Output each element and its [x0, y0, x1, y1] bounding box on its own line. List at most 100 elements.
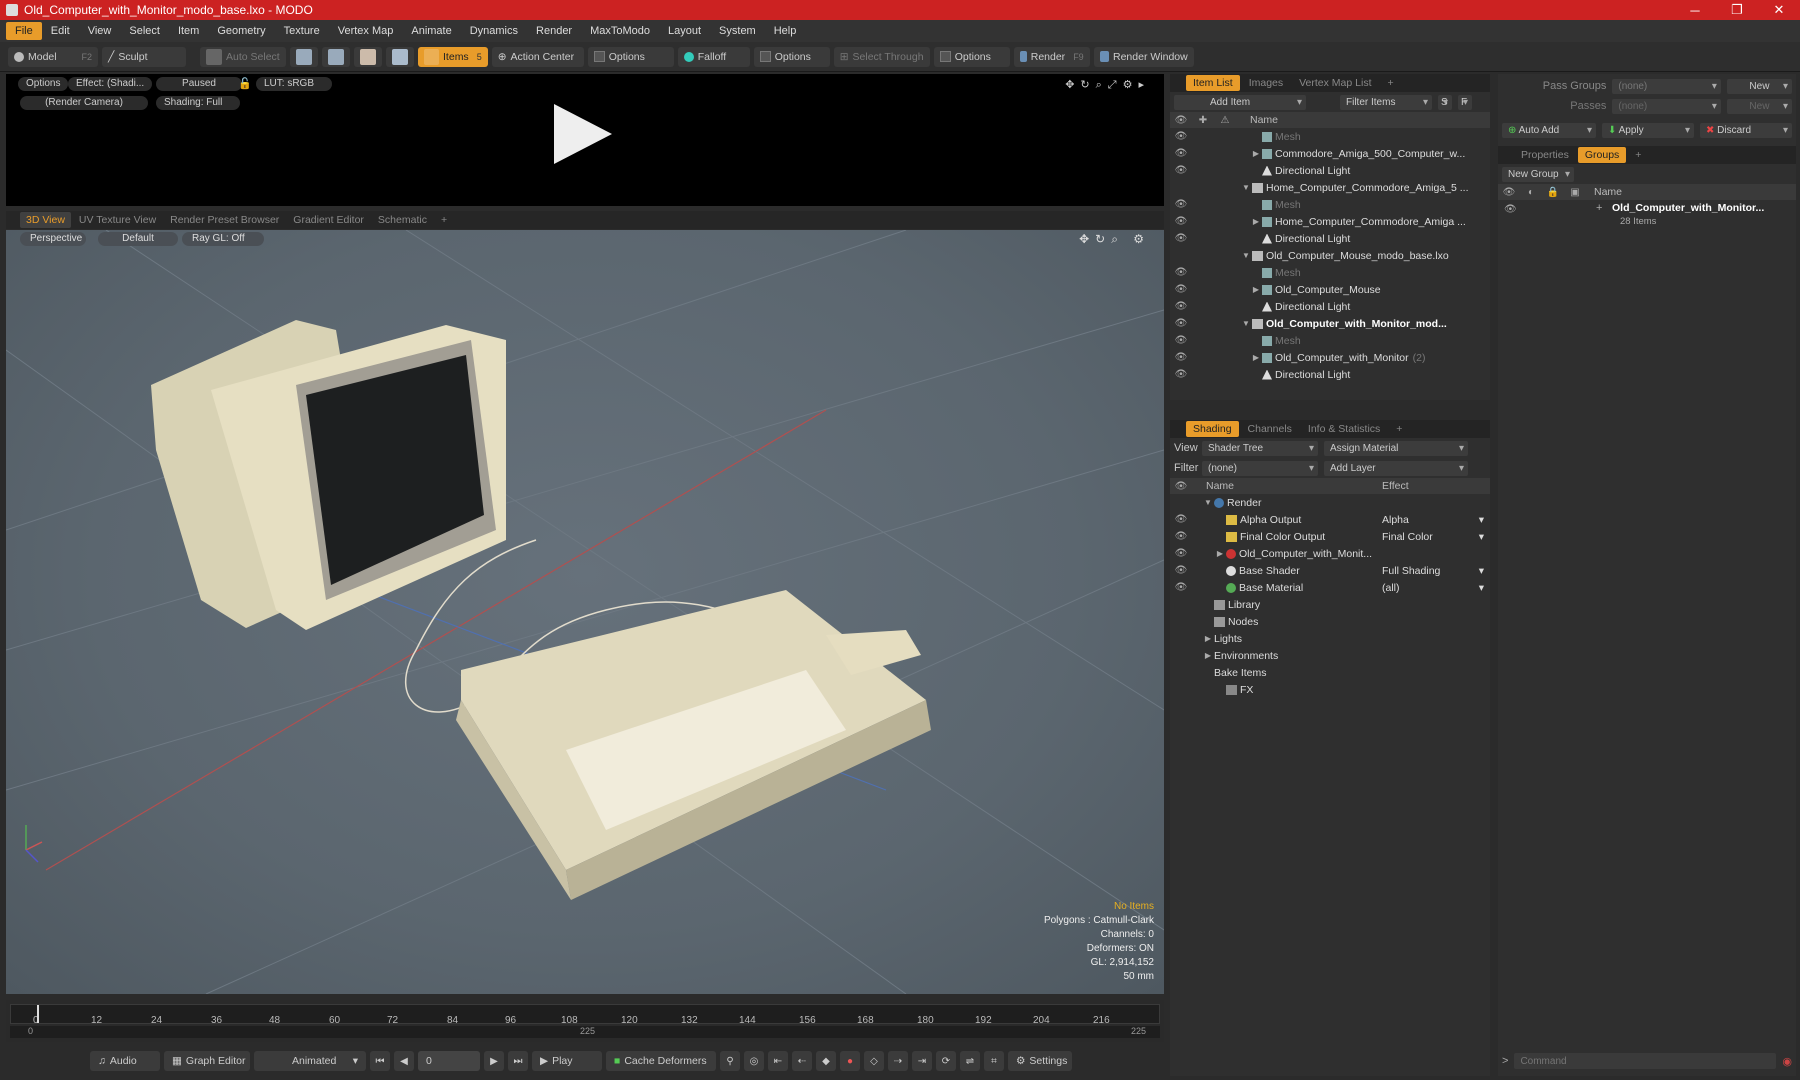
shader-row[interactable]: ▼ Render: [1170, 494, 1490, 511]
list-item[interactable]: 👁 ▶ Old_Computer_Mouse: [1170, 281, 1490, 298]
settings-button[interactable]: ⚙ Settings: [1008, 1051, 1072, 1071]
auto-select-button[interactable]: Auto Select: [200, 46, 286, 67]
material-mode-button[interactable]: [385, 46, 414, 67]
shader-row[interactable]: Bake Items: [1170, 664, 1490, 681]
perspective-dropdown[interactable]: Perspective: [20, 232, 86, 246]
list-item[interactable]: 👁 ▶ Commodore_Amiga_500_Computer_w...: [1170, 145, 1490, 162]
play-button[interactable]: ▶ Play: [532, 1051, 602, 1071]
action-center-options-button[interactable]: Options: [587, 46, 674, 67]
shader-row[interactable]: 👁 Alpha Output Alpha ▾: [1170, 511, 1490, 528]
render-window-button[interactable]: Render Window: [1093, 46, 1194, 67]
tab-channels[interactable]: Channels: [1241, 421, 1299, 437]
tab-vertex-map-list[interactable]: Vertex Map List: [1292, 75, 1378, 91]
action-center-button[interactable]: ⊕ Action Center: [491, 46, 584, 67]
shader-row[interactable]: 👁 Base Material (all) ▾: [1170, 579, 1490, 596]
viewport-nav-icons[interactable]: ✥↻⌕ ⚙: [1079, 232, 1150, 247]
new-pass-button[interactable]: New: [1726, 98, 1792, 114]
f-toggle-button[interactable]: F: [1458, 94, 1472, 110]
list-item[interactable]: 👁 ▼ Old_Computer_with_Monitor_mod...: [1170, 315, 1490, 332]
tab-uv-texture-view[interactable]: UV Texture View: [73, 212, 162, 228]
discard-button[interactable]: ✖ Discard: [1700, 122, 1792, 138]
playhead[interactable]: [37, 1005, 39, 1023]
camera-dropdown[interactable]: (Render Camera): [20, 96, 148, 110]
shader-row[interactable]: ▶ Lights: [1170, 630, 1490, 647]
list-item[interactable]: ▼ Old_Computer_Mouse_modo_base.lxo: [1170, 247, 1490, 264]
loop-icon[interactable]: ⟳: [936, 1051, 956, 1071]
list-item[interactable]: 👁 ▶ Home_Computer_Commodore_Amiga ...: [1170, 213, 1490, 230]
menu-animate[interactable]: Animate: [402, 22, 460, 40]
new-group-button[interactable]: New Group: [1502, 166, 1574, 182]
menu-system[interactable]: System: [710, 22, 765, 40]
render-preview[interactable]: Options Effect: (Shadi... Paused 🔓 LUT: …: [6, 74, 1164, 206]
audio-button[interactable]: ♫ Audio: [90, 1051, 160, 1071]
list-item[interactable]: 👁 ▶ Old_Computer_with_Monitor (2): [1170, 349, 1490, 366]
snap-icon[interactable]: ⌗: [984, 1051, 1004, 1071]
next-key-button[interactable]: ▶: [484, 1051, 504, 1071]
menu-file[interactable]: File: [6, 22, 42, 40]
tab-render-preset-browser[interactable]: Render Preset Browser: [164, 212, 285, 228]
animated-dropdown[interactable]: Animated ▾: [254, 1051, 366, 1071]
record-icon[interactable]: ●: [840, 1051, 860, 1071]
falloff-options-button[interactable]: Options: [753, 46, 830, 67]
list-item[interactable]: 👁 Directional Light: [1170, 366, 1490, 382]
tab-item-list[interactable]: Item List: [1186, 75, 1240, 91]
default-style-dropdown[interactable]: Default: [98, 232, 178, 246]
key-icon[interactable]: ⚲: [720, 1051, 740, 1071]
eye-icon[interactable]: 👁: [1504, 204, 1517, 215]
list-item[interactable]: 👁 Mesh: [1170, 128, 1490, 145]
edge-mode-button[interactable]: [321, 46, 350, 67]
menu-render[interactable]: Render: [527, 22, 581, 40]
passes-dropdown[interactable]: (none): [1612, 98, 1721, 114]
play-render-icon[interactable]: [554, 104, 612, 164]
add-tab-button[interactable]: +: [1628, 147, 1648, 163]
menu-edit[interactable]: Edit: [42, 22, 79, 40]
graph-editor-button[interactable]: ▦ Graph Editor: [164, 1051, 250, 1071]
next-keyframe-icon[interactable]: ⇢: [888, 1051, 908, 1071]
render-button[interactable]: Render F9: [1013, 46, 1090, 67]
polygon-mode-button[interactable]: [353, 46, 382, 67]
menu-select[interactable]: Select: [120, 22, 169, 40]
go-start-button[interactable]: ⏮: [370, 1051, 390, 1071]
range-bar[interactable]: 0 225 225: [10, 1026, 1160, 1038]
menu-help[interactable]: Help: [765, 22, 806, 40]
shader-row[interactable]: Nodes: [1170, 613, 1490, 630]
menu-item[interactable]: Item: [169, 22, 208, 40]
group-item[interactable]: 👁 + Old_Computer_with_Monitor... 28 Item…: [1498, 200, 1796, 234]
add-tab-button[interactable]: +: [435, 212, 453, 228]
sculpt-mode-button[interactable]: ╱ Sculpt: [102, 46, 186, 67]
shading-dropdown[interactable]: Shading: Full: [156, 96, 240, 110]
list-item[interactable]: 👁 Mesh: [1170, 196, 1490, 213]
list-item[interactable]: 👁 Directional Light: [1170, 230, 1490, 247]
command-input[interactable]: [1514, 1053, 1777, 1069]
autokey-icon[interactable]: ◎: [744, 1051, 764, 1071]
prev-keyframe-icon[interactable]: ⇠: [792, 1051, 812, 1071]
timeline[interactable]: 0 12 24 36 48 60 72 84 96 108 120 132 14…: [6, 1000, 1164, 1042]
menu-maxtomodo[interactable]: MaxToModo: [581, 22, 659, 40]
3d-viewport[interactable]: Perspective Default Ray GL: Off ✥↻⌕ ⚙ No…: [6, 230, 1164, 994]
cache-deformers-button[interactable]: ■ Cache Deformers: [606, 1051, 716, 1071]
last-key-icon[interactable]: ⇥: [912, 1051, 932, 1071]
tab-schematic[interactable]: Schematic: [372, 212, 433, 228]
items-mode-button[interactable]: Items 5: [417, 46, 488, 67]
assign-material-button[interactable]: Assign Material: [1324, 440, 1468, 456]
close-button[interactable]: ✕: [1758, 2, 1800, 18]
lut-dropdown[interactable]: LUT: sRGB: [256, 77, 332, 91]
falloff-button[interactable]: Falloff: [677, 46, 750, 67]
command-history-icon[interactable]: ◉: [1782, 1055, 1792, 1068]
menu-view[interactable]: View: [79, 22, 121, 40]
menu-geometry[interactable]: Geometry: [208, 22, 274, 40]
new-pass-group-button[interactable]: New: [1726, 78, 1792, 94]
list-item[interactable]: ▼ Home_Computer_Commodore_Amiga_5 ...: [1170, 179, 1490, 196]
tab-images[interactable]: Images: [1242, 75, 1290, 91]
preview-view-icons[interactable]: ✥↻⌕⤢⚙▸: [1065, 78, 1150, 92]
auto-add-button[interactable]: ⊕ Auto Add: [1502, 122, 1596, 138]
select-through-button[interactable]: ⊞ Select Through: [833, 46, 930, 67]
shader-row[interactable]: Library: [1170, 596, 1490, 613]
delete-key-icon[interactable]: ◇: [864, 1051, 884, 1071]
shader-row[interactable]: 👁 Final Color Output Final Color ▾: [1170, 528, 1490, 545]
lock-icon[interactable]: 🔓: [238, 77, 252, 90]
raygl-dropdown[interactable]: Ray GL: Off: [182, 232, 264, 246]
vertex-mode-button[interactable]: [289, 46, 318, 67]
list-item[interactable]: 👁 Mesh: [1170, 332, 1490, 349]
preview-options-button[interactable]: Options: [18, 77, 69, 91]
